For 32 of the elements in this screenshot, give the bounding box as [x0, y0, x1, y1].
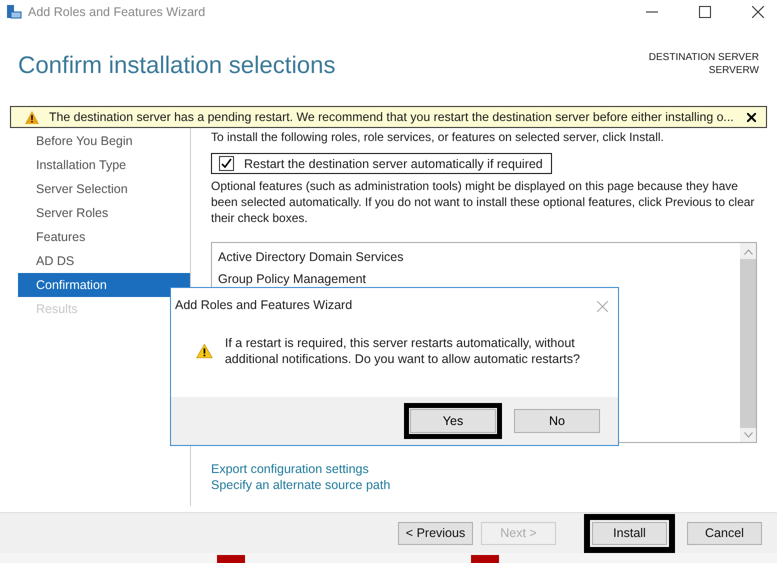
nav-item[interactable]: Before You Begin: [18, 129, 190, 153]
window-title: Add Roles and Features Wizard: [28, 5, 206, 19]
nav-item[interactable]: AD DS: [18, 249, 190, 273]
note-text: Optional features (such as administration tools) might be displayed on this page because they have been selected automatically. If you do not want to install these optional features, click Previous to clear their check boxes.: [211, 178, 756, 226]
dialog-title: Add Roles and Features Wizard: [175, 298, 352, 312]
nav-item[interactable]: Features: [18, 225, 190, 249]
feature-item: Active Directory Domain Services: [218, 249, 404, 266]
page-title: Confirm installation selections: [18, 52, 336, 80]
dialog-message: If a restart is required, this server restarts automatically, without additional notifications. Do you want to allow automatic restarts?: [224, 334, 581, 366]
intro-text: To install the following roles, role services, or features on selected server, click Install.: [211, 130, 665, 144]
footer-button[interactable]: < Previous: [398, 522, 473, 544]
server-icon: [6, 4, 22, 20]
checkbox-icon[interactable]: [219, 156, 234, 171]
footer-button[interactable]: Cancel: [687, 522, 762, 544]
destination-server: SERVERW: [708, 64, 759, 77]
nav-item[interactable]: Server Roles: [18, 201, 190, 225]
link[interactable]: Specify an alternate source path: [211, 477, 390, 493]
close-icon[interactable]: [752, 6, 764, 18]
maximize-icon[interactable]: [699, 6, 711, 18]
banner-message: The destination server has a pending restart. We recommend that you restart the destination server before either installing o...: [49, 110, 735, 124]
footer-button[interactable]: Install: [592, 522, 667, 544]
nav-item[interactable]: Server Selection: [18, 177, 190, 201]
nav-item[interactable]: Confirmation: [18, 273, 190, 297]
close-icon[interactable]: [747, 112, 756, 122]
dialog-button[interactable]: No: [514, 409, 600, 433]
nav-item[interactable]: Installation Type: [18, 153, 190, 177]
destination-label: DESTINATION SERVER: [648, 51, 759, 64]
link[interactable]: Export configuration settings: [211, 461, 369, 477]
dialog-button[interactable]: Yes: [410, 409, 496, 433]
restart-checkbox[interactable]: Restart the destination server automatically if required: [211, 153, 552, 174]
warning-icon: [25, 110, 39, 124]
feature-item: Group Policy Management: [218, 271, 367, 288]
